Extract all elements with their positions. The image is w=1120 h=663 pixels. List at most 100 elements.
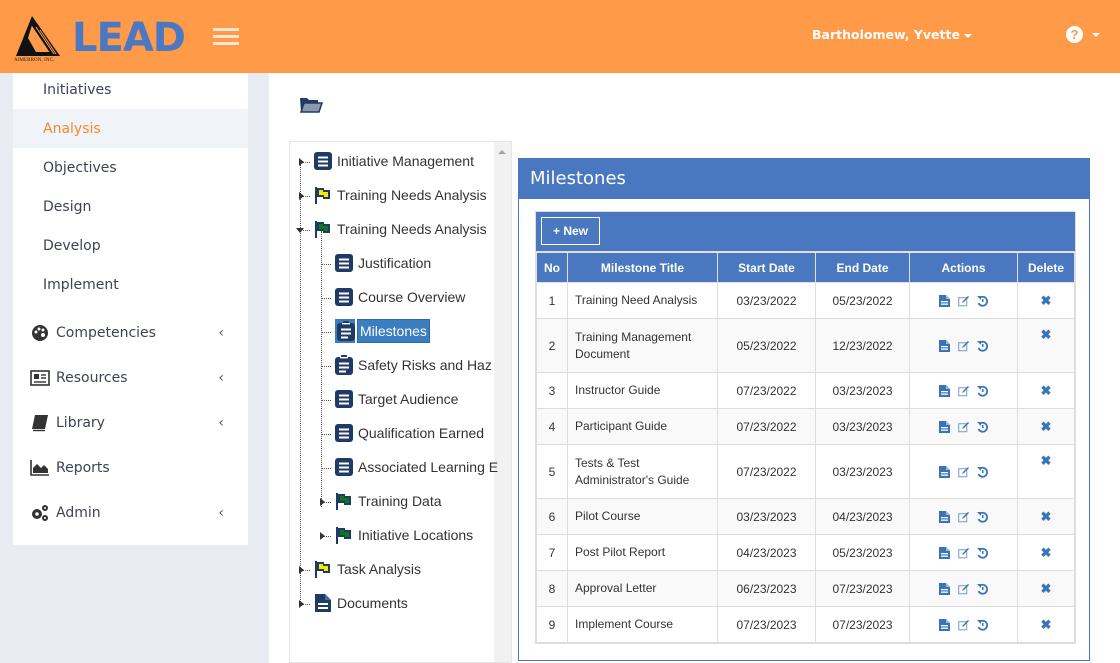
delete-icon[interactable]: ✖ <box>1041 383 1052 398</box>
tree-node[interactable]: Course Overview <box>335 284 468 310</box>
view-document-icon[interactable] <box>939 547 950 560</box>
delete-icon[interactable]: ✖ <box>1041 419 1052 434</box>
user-menu-dropdown[interactable]: Bartholomew, Yvette <box>812 27 972 42</box>
cell-delete: ✖ <box>1017 318 1075 373</box>
tree-expand-arrow-icon[interactable] <box>299 566 304 574</box>
history-icon[interactable] <box>977 466 988 478</box>
tree-expand-arrow-icon[interactable] <box>299 158 304 166</box>
scroll-up-arrow-icon[interactable] <box>498 150 506 154</box>
doc-list-icon <box>335 389 353 409</box>
sidebar-item-label: Objectives <box>43 159 117 176</box>
tree-node[interactable]: Documents <box>314 590 411 616</box>
tree-node-label: Target Audience <box>358 391 459 407</box>
tree-expand-arrow-icon[interactable] <box>299 192 304 200</box>
edit-icon[interactable] <box>958 421 969 433</box>
tree-node[interactable]: Initiative Locations <box>335 522 476 548</box>
tree-node-label: Task Analysis <box>337 561 422 577</box>
folder-open-icon[interactable] <box>299 96 323 114</box>
cell-end-date: 05/23/2022 <box>815 282 910 319</box>
history-icon[interactable] <box>977 547 988 559</box>
edit-icon[interactable] <box>958 547 969 559</box>
cell-start-date: 07/23/2022 <box>717 372 816 409</box>
tree-node-label: Documents <box>337 595 408 611</box>
delete-icon[interactable]: ✖ <box>1041 453 1052 468</box>
tree-node[interactable]: Training Needs Analysis <box>314 182 490 208</box>
cell-end-date: 05/23/2023 <box>815 534 910 571</box>
history-icon[interactable] <box>977 619 988 631</box>
edit-icon[interactable] <box>958 466 969 478</box>
view-document-icon[interactable] <box>939 421 950 434</box>
view-document-icon[interactable] <box>939 619 950 632</box>
view-document-icon[interactable] <box>939 295 950 308</box>
sidebar-item-reports[interactable]: Reports <box>13 445 248 490</box>
tree-scrollbar[interactable] <box>494 142 511 662</box>
new-milestone-button[interactable]: + New <box>541 217 600 245</box>
tree-expand-arrow-icon[interactable] <box>320 532 325 540</box>
table-header-row: No Milestone Title Start Date End Date A… <box>536 252 1075 283</box>
tree-node[interactable]: Target Audience <box>335 386 461 412</box>
view-document-icon[interactable] <box>939 466 950 479</box>
delete-icon[interactable]: ✖ <box>1041 617 1052 632</box>
milestones-table: No Milestone Title Start Date End Date A… <box>536 252 1075 643</box>
navigation-tree: Initiative Management Training Needs Anal… <box>289 141 512 663</box>
milestones-panel: Milestones + New No Milestone Title Star… <box>518 158 1090 661</box>
history-icon[interactable] <box>977 385 988 397</box>
sidebar-item-admin[interactable]: Admin ‹ <box>13 490 248 535</box>
tree-expand-arrow-icon[interactable] <box>320 498 325 506</box>
sidebar-item-library[interactable]: Library ‹ <box>13 400 248 445</box>
sidebar-item-develop[interactable]: Develop <box>13 226 248 265</box>
sidebar-item-competencies[interactable]: Competencies ‹ <box>13 310 248 355</box>
sidebar-item-label: Analysis <box>43 120 101 137</box>
tree-node[interactable]: Initiative Management <box>314 148 477 174</box>
sidebar-item-initiatives[interactable]: Initiatives <box>13 70 248 109</box>
tree-node[interactable]: Milestones <box>335 318 430 344</box>
history-icon[interactable] <box>977 583 988 595</box>
tree-node[interactable]: Training Needs Analysis <box>314 216 490 242</box>
tree-node[interactable]: Justification <box>335 250 434 276</box>
edit-icon[interactable] <box>958 340 969 352</box>
tree-node[interactable]: Qualification Earned <box>335 420 487 446</box>
view-document-icon[interactable] <box>939 340 950 353</box>
cell-start-date: 07/23/2022 <box>717 408 816 445</box>
history-icon[interactable] <box>977 511 988 523</box>
edit-icon[interactable] <box>958 385 969 397</box>
history-icon[interactable] <box>977 340 988 352</box>
view-document-icon[interactable] <box>939 511 950 524</box>
edit-icon[interactable] <box>958 619 969 631</box>
main-content: Initiative Management Training Needs Anal… <box>269 73 1120 663</box>
column-header-start-date: Start Date <box>717 252 816 283</box>
view-document-icon[interactable] <box>939 583 950 596</box>
sidebar-item-objectives[interactable]: Objectives <box>13 148 248 187</box>
sidebar-item-design[interactable]: Design <box>13 187 248 226</box>
delete-icon[interactable]: ✖ <box>1041 327 1052 342</box>
help-dropdown[interactable]: ? <box>1066 26 1100 44</box>
view-document-icon[interactable] <box>939 385 950 398</box>
delete-icon[interactable]: ✖ <box>1041 293 1052 308</box>
sidebar-item-label: Implement <box>43 276 119 293</box>
history-icon[interactable] <box>977 295 988 307</box>
edit-icon[interactable] <box>958 295 969 307</box>
logo[interactable]: AIMERRON, INC. LEAD <box>14 16 194 66</box>
sidebar-item-analysis[interactable]: Analysis <box>13 109 248 148</box>
menu-toggle-icon[interactable] <box>213 28 239 46</box>
tree-node[interactable]: Training Data <box>335 488 445 514</box>
area-chart-icon <box>30 459 49 476</box>
panel-title: Milestones <box>519 159 1089 199</box>
delete-icon[interactable]: ✖ <box>1041 545 1052 560</box>
cell-actions <box>909 408 1018 445</box>
tree-collapse-arrow-icon[interactable] <box>296 228 304 233</box>
delete-icon[interactable]: ✖ <box>1041 509 1052 524</box>
edit-icon[interactable] <box>958 583 969 595</box>
tree-node[interactable]: Safety Risks and Haz <box>335 352 495 378</box>
cell-no: 4 <box>536 408 568 445</box>
tree-expand-arrow-icon[interactable] <box>299 600 304 608</box>
cell-title: Training Need Analysis <box>567 282 718 319</box>
sidebar-item-implement[interactable]: Implement <box>13 265 248 304</box>
edit-icon[interactable] <box>958 511 969 523</box>
delete-icon[interactable]: ✖ <box>1041 581 1052 596</box>
tree-node[interactable]: Associated Learning E <box>335 454 501 480</box>
tree-connector <box>321 366 331 367</box>
tree-node[interactable]: Task Analysis <box>314 556 424 582</box>
sidebar-item-resources[interactable]: Resources ‹ <box>13 355 248 400</box>
history-icon[interactable] <box>977 421 988 433</box>
